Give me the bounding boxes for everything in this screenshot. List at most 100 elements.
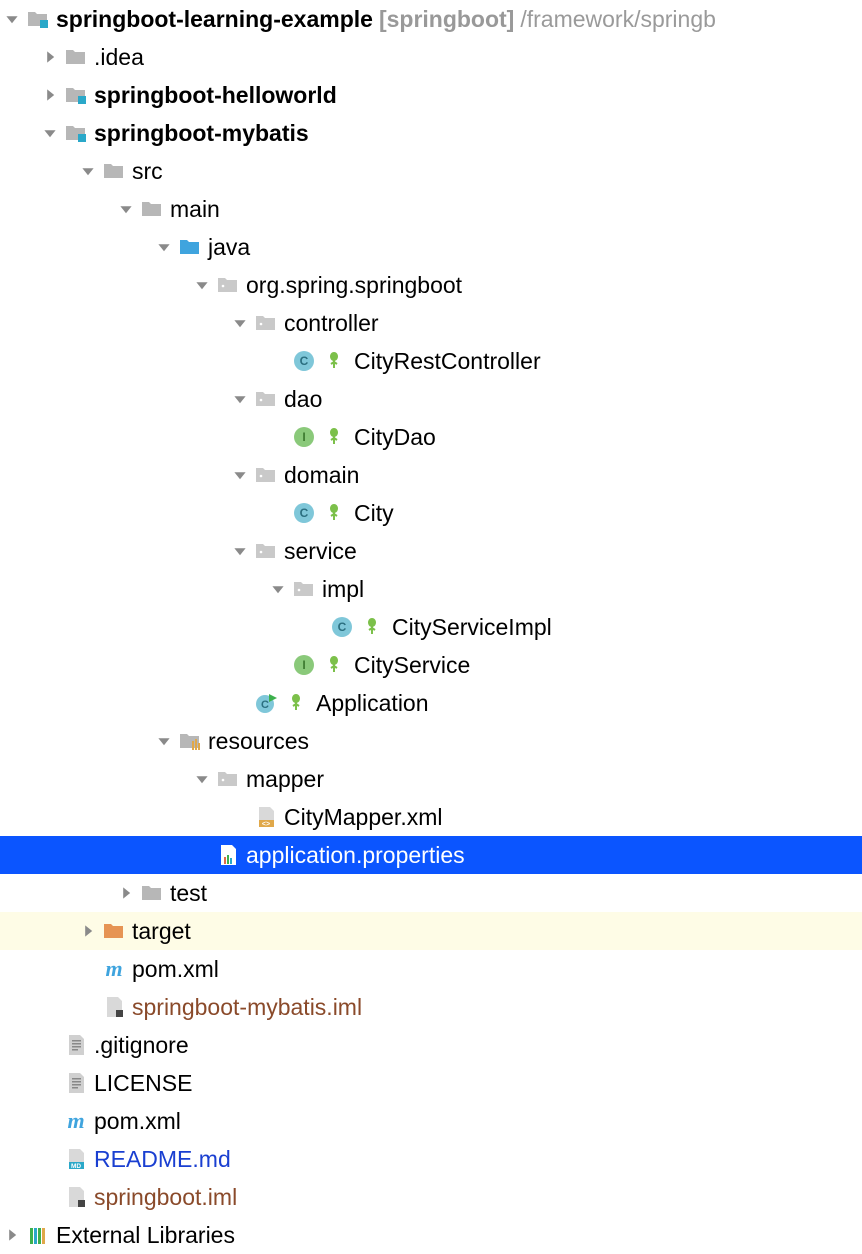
tree-node[interactable]: java	[0, 228, 862, 266]
tree-node[interactable]: impl	[0, 570, 862, 608]
spring-bean-icon	[322, 425, 346, 449]
tree-arrow-down-icon[interactable]	[152, 235, 176, 259]
tree-node[interactable]: External Libraries	[0, 1216, 862, 1254]
text-icon	[64, 1033, 88, 1057]
tree-node[interactable]: C CityRestController	[0, 342, 862, 380]
svg-text:MD: MD	[71, 1163, 81, 1170]
tree-node-label: springboot-mybatis	[94, 120, 309, 147]
tree-node[interactable]: springboot-helloworld	[0, 76, 862, 114]
folder-module-icon	[26, 7, 50, 31]
tree-node[interactable]: test	[0, 874, 862, 912]
tree-arrow-down-icon[interactable]	[190, 273, 214, 297]
tree-node[interactable]: controller	[0, 304, 862, 342]
interface-icon: I	[292, 653, 316, 677]
tree-node[interactable]: MDREADME.md	[0, 1140, 862, 1178]
folder-icon	[140, 881, 164, 905]
tree-node[interactable]: C Application	[0, 684, 862, 722]
spring-bean-icon	[322, 349, 346, 373]
tree-node-label: application.properties	[246, 842, 465, 869]
tree-node[interactable]: dao	[0, 380, 862, 418]
spring-bean-icon	[360, 615, 384, 639]
tree-node[interactable]: springboot-learning-example[springboot]/…	[0, 0, 862, 38]
tree-node[interactable]: main	[0, 190, 862, 228]
svg-text:I: I	[302, 658, 305, 672]
tree-node-label: main	[170, 196, 220, 223]
tree-node-label: springboot-mybatis.iml	[132, 994, 362, 1021]
tree-node[interactable]: application.properties	[0, 836, 862, 874]
tree-arrow-right-icon[interactable]	[0, 1223, 24, 1247]
tree-arrow-down-icon[interactable]	[114, 197, 138, 221]
tree-node-label: pom.xml	[94, 1108, 181, 1135]
class-icon: C	[330, 615, 354, 639]
tree-node-label: mapper	[246, 766, 324, 793]
tree-node-label: springboot.iml	[94, 1184, 237, 1211]
tree-arrow-down-icon[interactable]	[0, 7, 24, 31]
tree-node-label: controller	[284, 310, 379, 337]
class-icon: C	[292, 501, 316, 525]
tree-node[interactable]: .idea	[0, 38, 862, 76]
tree-node[interactable]: src	[0, 152, 862, 190]
module-path: /framework/springb	[520, 6, 716, 33]
properties-icon	[216, 843, 240, 867]
package-icon	[254, 539, 278, 563]
spring-bean-icon	[322, 501, 346, 525]
tree-node-label: CityServiceImpl	[392, 614, 552, 641]
tree-node[interactable]: C CityServiceImpl	[0, 608, 862, 646]
tree-arrow-down-icon[interactable]	[190, 767, 214, 791]
svg-text:I: I	[302, 430, 305, 444]
tree-node-label: CityService	[354, 652, 470, 679]
tree-node[interactable]: mapper	[0, 760, 862, 798]
tree-arrow-down-icon[interactable]	[152, 729, 176, 753]
tree-node[interactable]: m pom.xml	[0, 1102, 862, 1140]
tree-node[interactable]: C City	[0, 494, 862, 532]
package-icon	[254, 387, 278, 411]
folder-orange-icon	[102, 919, 126, 943]
tree-node[interactable]: springboot.iml	[0, 1178, 862, 1216]
tree-node[interactable]: springboot-mybatis.iml	[0, 988, 862, 1026]
tree-node[interactable]: org.spring.springboot	[0, 266, 862, 304]
tree-arrow-right-icon[interactable]	[38, 83, 62, 107]
iml-icon	[64, 1185, 88, 1209]
svg-text:m: m	[67, 1110, 84, 1132]
class-icon: C	[292, 349, 316, 373]
tree-arrow-down-icon[interactable]	[228, 463, 252, 487]
tree-node-label: service	[284, 538, 357, 565]
folder-module-icon	[64, 83, 88, 107]
tree-arrow-down-icon[interactable]	[76, 159, 100, 183]
tree-node[interactable]: target	[0, 912, 862, 950]
tree-node[interactable]: I CityService	[0, 646, 862, 684]
tree-node-label: CityDao	[354, 424, 436, 451]
tree-arrow-right-icon[interactable]	[38, 45, 62, 69]
tree-node[interactable]: mpom.xml	[0, 950, 862, 988]
tree-node-label: springboot-helloworld	[94, 82, 337, 109]
tree-node-label: CityMapper.xml	[284, 804, 442, 831]
tree-arrow-down-icon[interactable]	[38, 121, 62, 145]
spring-bean-icon	[284, 691, 308, 715]
tree-node[interactable]: LICENSE	[0, 1064, 862, 1102]
tree-node[interactable]: service	[0, 532, 862, 570]
svg-text:m: m	[105, 958, 122, 980]
tree-node-label: dao	[284, 386, 322, 413]
tree-arrow-right-icon[interactable]	[76, 919, 100, 943]
xml-icon: <>	[254, 805, 278, 829]
tree-arrow-down-icon[interactable]	[266, 577, 290, 601]
folder-blue-icon	[178, 235, 202, 259]
tree-arrow-down-icon[interactable]	[228, 539, 252, 563]
tree-node-label: City	[354, 500, 394, 527]
tree-node[interactable]: .gitignore	[0, 1026, 862, 1064]
iml-icon	[102, 995, 126, 1019]
tree-arrow-down-icon[interactable]	[228, 387, 252, 411]
tree-node[interactable]: <>CityMapper.xml	[0, 798, 862, 836]
md-icon: MD	[64, 1147, 88, 1171]
maven-icon: m	[64, 1109, 88, 1133]
tree-node[interactable]: resources	[0, 722, 862, 760]
tree-arrow-right-icon[interactable]	[114, 881, 138, 905]
tree-node[interactable]: I CityDao	[0, 418, 862, 456]
tree-node-label: LICENSE	[94, 1070, 192, 1097]
tree-node-label: External Libraries	[56, 1222, 235, 1249]
tree-arrow-down-icon[interactable]	[228, 311, 252, 335]
tree-node[interactable]: springboot-mybatis	[0, 114, 862, 152]
maven-icon: m	[102, 957, 126, 981]
tree-node[interactable]: domain	[0, 456, 862, 494]
package-icon	[216, 767, 240, 791]
